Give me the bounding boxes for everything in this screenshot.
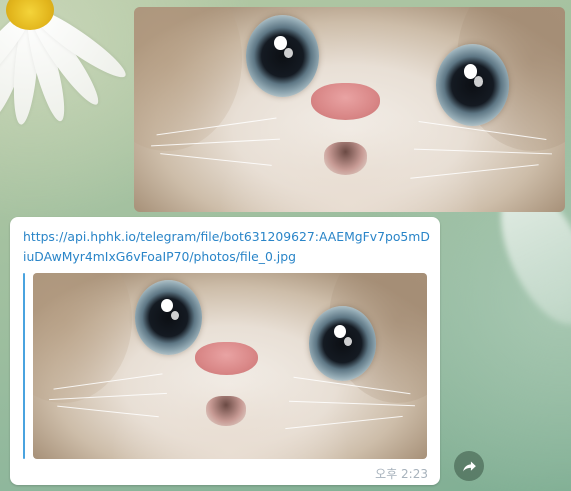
message-time: 오후 2:23 xyxy=(375,467,428,481)
link-preview-bar xyxy=(23,273,25,459)
message-bubble: https://api.hphk.io/telegram/file/bot631… xyxy=(10,217,440,485)
cat-eye-left xyxy=(135,280,203,355)
cat-nose xyxy=(310,82,380,120)
cat-eye-right xyxy=(435,43,509,126)
forward-button[interactable] xyxy=(454,451,484,481)
forward-arrow-icon xyxy=(462,461,476,471)
cat-mouth xyxy=(206,395,246,426)
wallpaper-daisy xyxy=(0,0,140,160)
link-preview-photo[interactable] xyxy=(33,273,427,459)
cat-nose xyxy=(194,341,258,376)
photo-message[interactable] xyxy=(134,7,565,212)
cat-eye-right xyxy=(308,306,376,381)
cat-eye-left xyxy=(246,15,320,98)
file-link[interactable]: https://api.hphk.io/telegram/file/bot631… xyxy=(23,227,433,267)
cat-mouth xyxy=(323,142,367,176)
